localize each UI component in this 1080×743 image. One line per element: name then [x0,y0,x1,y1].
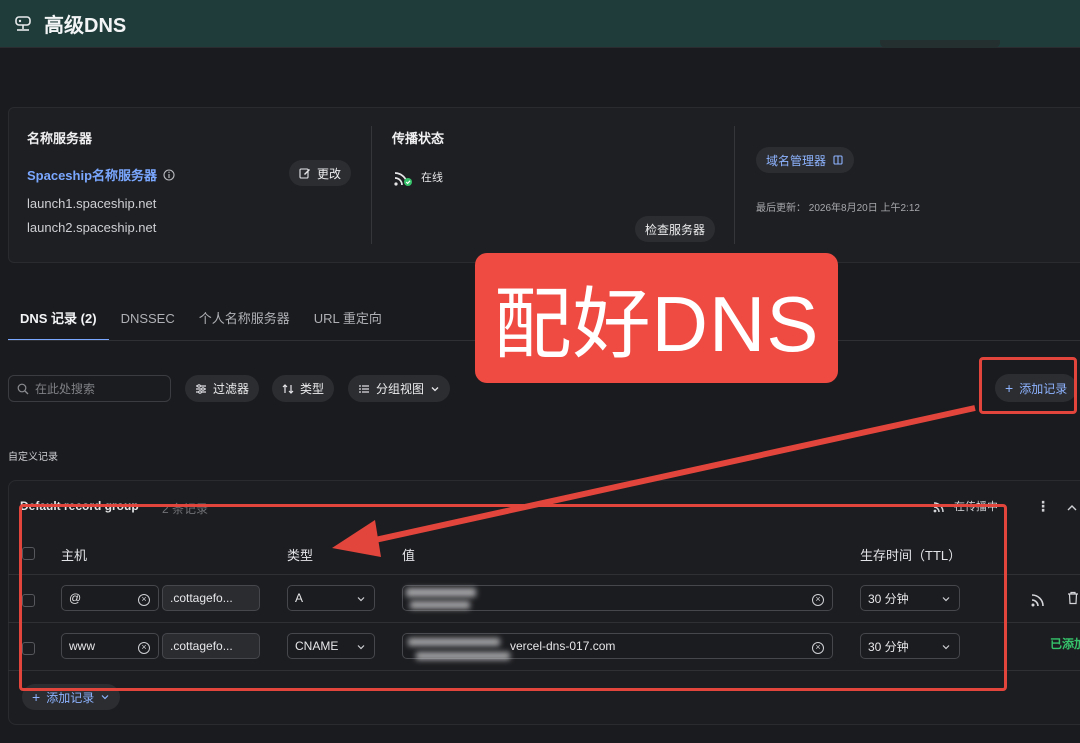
annotation-text: 配好DNS [493,280,820,368]
annotation-label: 配好DNS [475,253,838,383]
